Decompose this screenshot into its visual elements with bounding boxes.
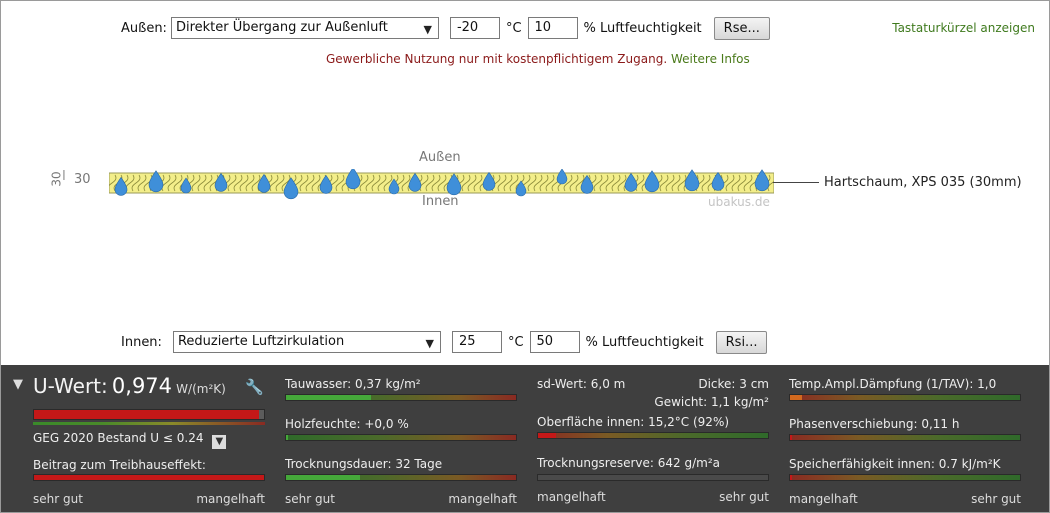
- uvalue-scale-strip: [33, 422, 265, 425]
- outside-temp-unit: °C: [505, 20, 522, 36]
- inside-humidity-input[interactable]: 50: [529, 331, 580, 353]
- inside-label: Innen:: [121, 334, 162, 350]
- phase-shift-bar: [789, 434, 1021, 441]
- inside-humidity-unit: % Luftfeuchtigkeit: [585, 334, 704, 350]
- weight-value: Gewicht: 1,1 kg/m²: [654, 395, 769, 409]
- outside-humidity-unit: % Luftfeuchtigkeit: [583, 20, 702, 36]
- standard-dropdown-icon[interactable]: ▼: [212, 435, 227, 449]
- outside-condition-value: Direkter Übergang zur Außenluft: [175, 20, 388, 35]
- uvalue-bar: [33, 409, 265, 420]
- inside-temperature-input[interactable]: 25: [451, 331, 502, 353]
- uvalue-title: U-Wert:: [33, 374, 108, 398]
- wood-moisture-label: Holzfeuchte: +0,0 %: [285, 417, 409, 431]
- uvalue-column: ▼ U-Wert: 0,974 W/(m²K) 🔧 GEG 2020 Besta…: [13, 365, 265, 512]
- watermark: ubakus.de: [708, 195, 770, 209]
- uvalue-number: 0,974: [111, 374, 173, 398]
- keyboard-shortcuts-link[interactable]: Tastaturkürzel anzeigen: [892, 21, 1035, 35]
- condensate-label: Tauwasser: 0,37 kg/m²: [285, 377, 421, 391]
- condensate-bar: [285, 394, 517, 401]
- scale-left: mangelhaft: [789, 492, 858, 506]
- inside-condition-select[interactable]: Reduzierte Luftzirkulation ▼: [172, 331, 441, 353]
- outside-label: Außen:: [121, 20, 167, 36]
- rsi-button[interactable]: Rsi...: [715, 330, 768, 354]
- inside-condition-value: Reduzierte Luftzirkulation: [177, 334, 345, 349]
- greenhouse-label: Beitrag zum Treibhauseffekt:: [33, 458, 206, 472]
- outside-condition-select[interactable]: Direkter Übergang zur Außenluft ▼: [170, 17, 439, 39]
- inside-side-label: Innen: [422, 194, 459, 209]
- standard-label: GEG 2020 Bestand U ≤ 0.24: [33, 431, 204, 445]
- more-info-link[interactable]: Weitere Infos: [671, 52, 750, 66]
- thermal-column: Temp.Ampl.Dämpfung (1/TAV): 1,0 Phasenve…: [789, 365, 1021, 512]
- surface-temp-bar: [537, 432, 769, 439]
- rse-button[interactable]: Rse...: [713, 16, 770, 40]
- heat-capacity-label: Speicherfähigkeit innen: 0.7 kJ/m²K: [789, 457, 1001, 471]
- wood-moisture-bar-fill: [286, 435, 289, 440]
- scale-right: mangelhaft: [196, 492, 265, 506]
- scale-left: sehr gut: [33, 492, 83, 506]
- outside-side-label: Außen: [419, 150, 461, 165]
- water-drop-icon: [556, 169, 568, 185]
- phase-shift-bar-fill: [790, 435, 793, 440]
- material-label[interactable]: Hartschaum, XPS 035 (30mm): [824, 175, 1022, 190]
- scale-right: sehr gut: [719, 490, 769, 504]
- uvalue-heading: U-Wert: 0,974 W/(m²K): [33, 374, 226, 398]
- scale-left: sehr gut: [285, 492, 335, 506]
- drying-time-bar-fill: [286, 475, 360, 480]
- scale-left: mangelhaft: [537, 490, 606, 504]
- wrench-icon[interactable]: 🔧: [245, 378, 264, 396]
- drying-time-label: Trocknungsdauer: 32 Tage: [285, 457, 443, 471]
- wood-moisture-bar: [285, 434, 517, 441]
- surface-temp-label: Oberfläche innen: 15,2°C (92%): [537, 415, 730, 429]
- drying-reserve-label: Trocknungsreserve: 642 g/m²a: [537, 456, 721, 470]
- commercial-notice: Gewerbliche Nutzung nur mit kostenpflich…: [326, 52, 750, 66]
- layer-diagram[interactable]: [109, 169, 774, 200]
- chevron-down-icon: ▼: [425, 337, 434, 350]
- sd-value-label: sd-Wert: 6,0 m: [537, 377, 626, 391]
- results-panel: ▼ U-Wert: 0,974 W/(m²K) 🔧 GEG 2020 Besta…: [1, 365, 1049, 512]
- greenhouse-bar: [33, 474, 265, 481]
- outside-humidity-input[interactable]: 10: [527, 17, 578, 39]
- surface-temp-bar-fill: [538, 433, 557, 438]
- phase-shift-label: Phasenverschiebung: 0,11 h: [789, 417, 960, 431]
- damping-label: Temp.Ampl.Dämpfung (1/TAV): 1,0: [789, 377, 997, 391]
- material-leader-line: [773, 182, 819, 183]
- moisture-column: Tauwasser: 0,37 kg/m² Holzfeuchte: +0,0 …: [285, 365, 517, 512]
- thickness-label: 30: [74, 172, 91, 187]
- collapse-triangle-icon[interactable]: ▼: [13, 377, 23, 392]
- uvalue-unit: W/(m²K): [176, 382, 226, 396]
- app-root: Außen: Direkter Übergang zur Außenluft ▼…: [0, 0, 1050, 513]
- inside-temp-unit: °C: [507, 334, 524, 350]
- thickness-value: Dicke: 3 cm: [698, 377, 769, 391]
- properties-column: sd-Wert: 6,0 m Dicke: 3 cm Gewicht: 1,1 …: [537, 365, 769, 512]
- heat-capacity-bar-fill: [790, 475, 793, 480]
- scale-right: sehr gut: [971, 492, 1021, 506]
- water-drop-icon: [345, 169, 361, 190]
- condensate-bar-fill: [286, 395, 372, 400]
- commercial-notice-text: Gewerbliche Nutzung nur mit kostenpflich…: [326, 52, 668, 66]
- inside-controls: Innen: Reduzierte Luftzirkulation ▼ 25 °…: [121, 330, 768, 354]
- chevron-down-icon: ▼: [423, 23, 432, 36]
- greenhouse-bar-fill: [34, 475, 264, 480]
- standard-row: GEG 2020 Bestand U ≤ 0.24 ▼: [33, 431, 227, 449]
- drying-reserve-bar: [537, 474, 769, 481]
- heat-capacity-bar: [789, 474, 1021, 481]
- outside-temperature-input[interactable]: -20: [449, 17, 500, 39]
- uvalue-bar-fill: [34, 410, 260, 419]
- drying-time-bar: [285, 474, 517, 481]
- damping-bar: [789, 394, 1021, 401]
- outside-controls: Außen: Direkter Übergang zur Außenluft ▼…: [121, 16, 770, 40]
- scale-right: mangelhaft: [448, 492, 517, 506]
- damping-bar-fill: [790, 395, 802, 400]
- dimension-icon: I: [62, 169, 66, 184]
